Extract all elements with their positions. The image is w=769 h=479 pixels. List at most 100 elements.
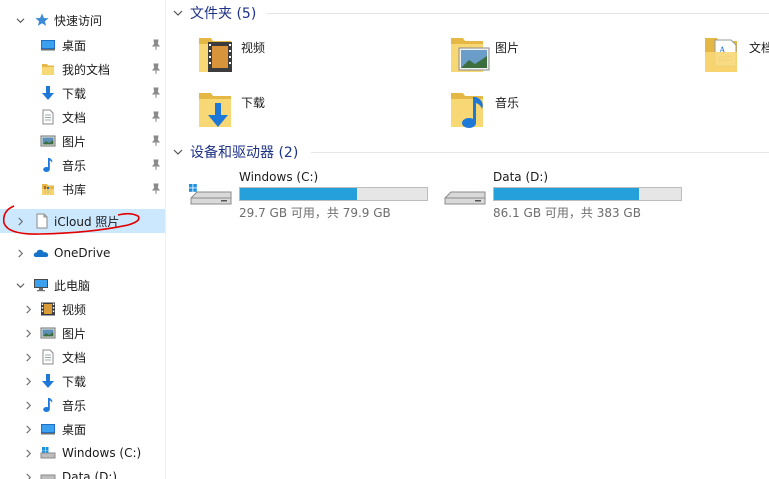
document-icon	[34, 213, 50, 229]
video-folder-icon	[195, 32, 239, 78]
windows-drive-icon	[40, 445, 56, 461]
nav-label: 文档	[62, 350, 87, 365]
folder-icon	[40, 61, 56, 77]
nav-label: 下载	[62, 374, 87, 389]
nav-label: iCloud 照片	[54, 214, 120, 229]
folder-label: 文档	[749, 41, 769, 55]
chevron-down-icon[interactable]	[173, 7, 185, 19]
download-arrow-icon	[40, 373, 56, 389]
chevron-right-icon[interactable]	[14, 215, 26, 227]
video-icon	[40, 301, 56, 317]
document-icon	[40, 349, 56, 365]
nav-label: Data (D:)	[62, 470, 118, 479]
chevron-right-icon[interactable]	[22, 375, 34, 387]
nav-label: 此电脑	[54, 278, 91, 293]
folder-tile-downloads[interactable]: 下载	[195, 87, 395, 135]
sidebar-item-library[interactable]: 书库	[0, 177, 165, 201]
chevron-right-icon[interactable]	[22, 399, 34, 411]
drive-name: Data (D:)	[493, 170, 549, 184]
group-divider	[311, 152, 769, 153]
sidebar-item-data-d[interactable]: Data (D:)	[0, 465, 165, 479]
sidebar-item-desktop[interactable]: 桌面	[0, 417, 165, 441]
sidebar-item-this-pc[interactable]: 此电脑	[0, 273, 165, 297]
drive-usage-bar	[239, 187, 428, 201]
sidebar-item-desktop[interactable]: 桌面	[0, 33, 165, 57]
drive-tile-data-d[interactable]: Data (D:) 86.1 GB 可用，共 383 GB	[441, 170, 691, 220]
pin-icon[interactable]	[150, 135, 162, 147]
chevron-right-icon[interactable]	[22, 447, 34, 459]
sidebar-item-pictures[interactable]: 图片	[0, 129, 165, 153]
chevron-right-icon[interactable]	[22, 327, 34, 339]
content-pane: 文件夹 (5) 视频 图片 A 文档 下载 音乐 设备和驱动器 (2) Wind…	[167, 0, 769, 479]
folder-tile-documents[interactable]: A 文档	[703, 32, 769, 80]
drive-usage-bar	[493, 187, 682, 201]
nav-label: 我的文档	[62, 62, 111, 77]
folder-label: 图片	[495, 41, 520, 55]
chevron-right-icon[interactable]	[22, 351, 34, 363]
folder-tile-music[interactable]: 音乐	[449, 87, 649, 135]
nav-label: Windows (C:)	[62, 446, 142, 460]
nav-label: OneDrive	[54, 246, 111, 260]
desktop-icon	[40, 421, 56, 437]
nav-label: 视频	[62, 302, 87, 317]
pin-icon[interactable]	[150, 111, 162, 123]
pictures-icon	[40, 133, 56, 149]
nav-label: 书库	[62, 182, 87, 197]
drive-icon	[441, 174, 489, 210]
chevron-down-icon[interactable]	[173, 146, 185, 158]
chevron-right-icon[interactable]	[22, 423, 34, 435]
pictures-folder-icon	[449, 32, 493, 78]
sidebar-item-documents[interactable]: 文档	[0, 105, 165, 129]
drive-free-space: 86.1 GB 可用，共 383 GB	[493, 206, 641, 220]
folder-label: 下载	[241, 96, 266, 110]
pin-icon[interactable]	[150, 63, 162, 75]
group-header-drives[interactable]: 设备和驱动器 (2)	[173, 141, 298, 163]
pictures-icon	[40, 325, 56, 341]
drive-name: Windows (C:)	[239, 170, 319, 184]
sidebar-item-music[interactable]: 音乐	[0, 153, 165, 177]
download-arrow-icon	[40, 85, 56, 101]
sidebar-item-documents[interactable]: 文档	[0, 345, 165, 369]
folder-tile-pictures[interactable]: 图片	[449, 32, 649, 80]
nav-label: 图片	[62, 134, 87, 149]
folder-label: 视频	[241, 41, 266, 55]
documents-folder-icon: A	[703, 32, 747, 78]
desktop-icon	[40, 37, 56, 53]
drive-free-space: 29.7 GB 可用，共 79.9 GB	[239, 206, 391, 220]
sidebar-item-downloads[interactable]: 下载	[0, 369, 165, 393]
sidebar-item-icloud-photos[interactable]: iCloud 照片	[0, 209, 165, 233]
music-note-icon	[40, 157, 56, 173]
group-divider	[267, 13, 769, 14]
group-header-folders[interactable]: 文件夹 (5)	[173, 2, 256, 24]
star-icon	[34, 12, 50, 28]
folder-label: 音乐	[495, 96, 520, 110]
pin-icon[interactable]	[150, 87, 162, 99]
nav-label: 下载	[62, 86, 87, 101]
drive-usage-fill	[240, 188, 358, 200]
sidebar-item-downloads[interactable]: 下载	[0, 81, 165, 105]
pin-icon[interactable]	[150, 39, 162, 51]
nav-label: 音乐	[62, 398, 87, 413]
sidebar-item-videos[interactable]: 视频	[0, 297, 165, 321]
drive-usage-fill	[494, 188, 639, 200]
pin-icon[interactable]	[150, 183, 162, 195]
chevron-right-icon[interactable]	[22, 471, 34, 479]
computer-icon	[33, 277, 49, 293]
chevron-down-icon[interactable]	[14, 14, 26, 26]
pin-icon[interactable]	[150, 159, 162, 171]
nav-quick-access[interactable]: 快速访问	[0, 8, 165, 32]
navigation-pane: 快速访问 桌面 我的文档 下载 文档 图片 音乐 书库 iCloud 照片 On…	[0, 0, 166, 479]
folder-tile-videos[interactable]: 视频	[195, 32, 395, 80]
drive-tile-windows-c[interactable]: Windows (C:) 29.7 GB 可用，共 79.9 GB	[187, 170, 437, 220]
library-icon	[40, 181, 56, 197]
sidebar-item-onedrive[interactable]: OneDrive	[0, 241, 165, 265]
chevron-down-icon[interactable]	[14, 279, 26, 291]
sidebar-item-windows-c[interactable]: Windows (C:)	[0, 441, 165, 465]
cloud-icon	[33, 245, 49, 261]
document-icon	[40, 109, 56, 125]
sidebar-item-music[interactable]: 音乐	[0, 393, 165, 417]
chevron-right-icon[interactable]	[14, 247, 26, 259]
sidebar-item-my-documents[interactable]: 我的文档	[0, 57, 165, 81]
sidebar-item-pictures[interactable]: 图片	[0, 321, 165, 345]
chevron-right-icon[interactable]	[22, 303, 34, 315]
